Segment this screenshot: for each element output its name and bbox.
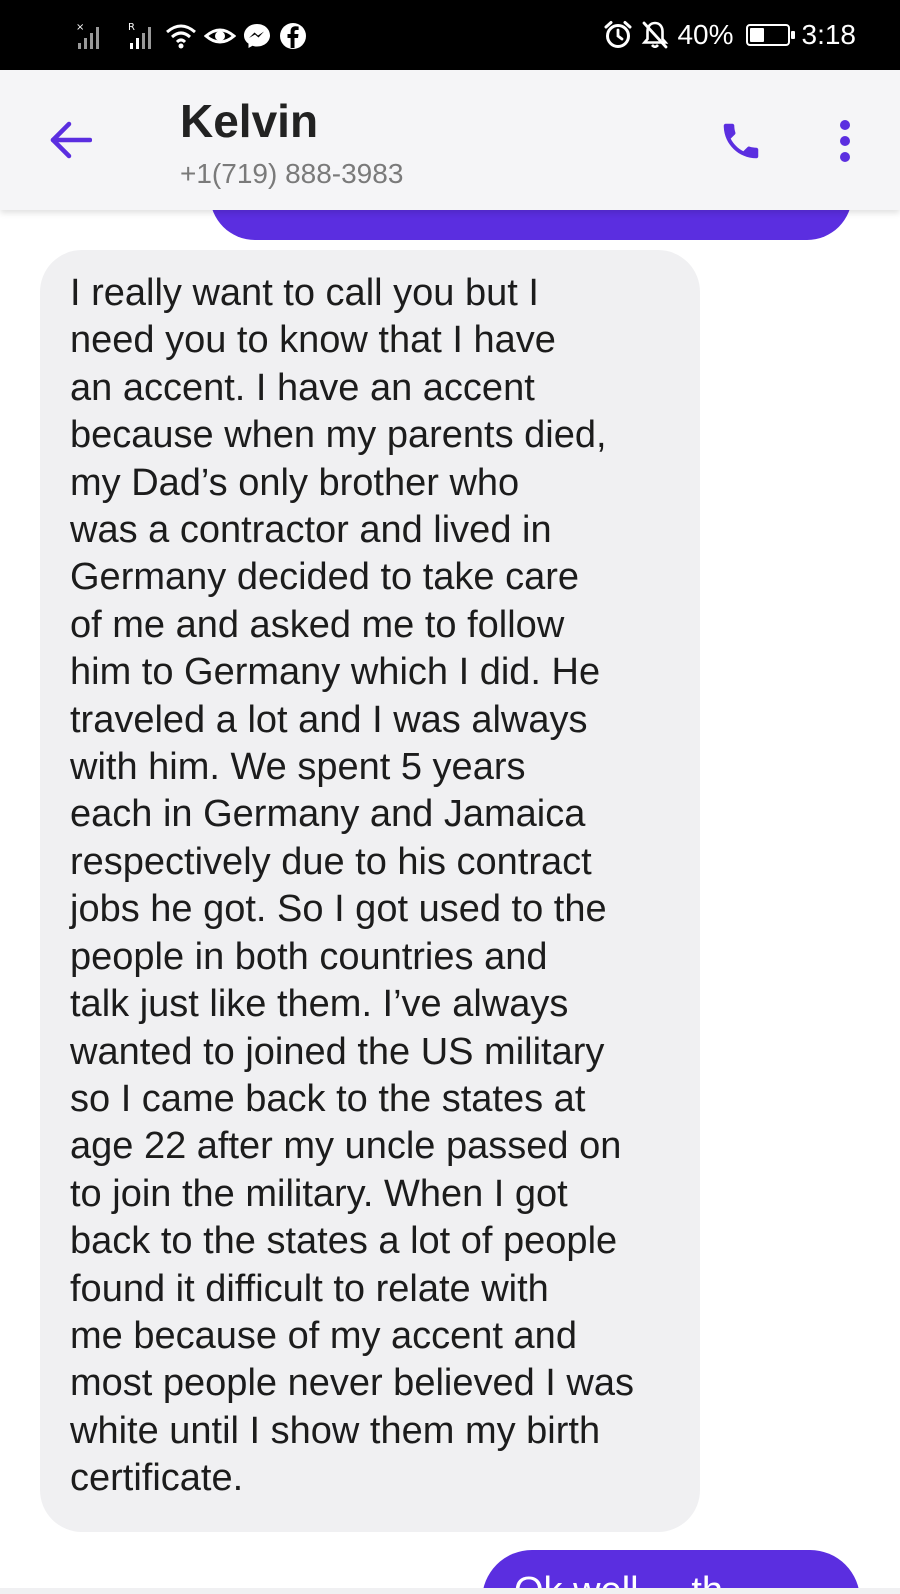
- status-icons-right: 40% 3:18: [603, 16, 856, 54]
- composer-edge: [0, 1588, 900, 1594]
- wifi-icon: [164, 21, 198, 51]
- call-button[interactable]: [712, 112, 770, 170]
- status-icons-left: × R: [74, 18, 308, 54]
- messenger-icon: [242, 21, 272, 51]
- received-message-bubble[interactable]: I really want to call you but I need you…: [40, 250, 700, 1532]
- received-message-text: I really want to call you but I need you…: [70, 272, 634, 1500]
- eye-comfort-icon: [204, 21, 236, 51]
- battery-percent: 40%: [677, 19, 734, 50]
- contact-number: +1(719) 888-3983: [180, 158, 404, 189]
- clock-time: 3:18: [801, 19, 857, 50]
- battery-level: [749, 28, 764, 42]
- message-list[interactable]: I really want to call you but I need you…: [0, 210, 900, 1594]
- messaging-screen: × R 40% 3:18 Kelvin +1(719) 888-3983 I r…: [0, 0, 900, 1594]
- svg-text:×: ×: [76, 22, 84, 33]
- alarm-icon: [603, 20, 633, 50]
- more-vert-icon: [840, 120, 850, 162]
- back-arrow-icon: [50, 121, 92, 159]
- facebook-icon: [278, 21, 308, 51]
- roaming-signal-icon: R: [126, 21, 158, 51]
- back-button[interactable]: [40, 110, 100, 170]
- sent-message-bubble[interactable]: [210, 210, 852, 240]
- phone-icon: [723, 123, 759, 159]
- conversation-header: Kelvin +1(719) 888-3983: [0, 70, 900, 210]
- svg-text:R: R: [128, 22, 135, 33]
- status-bar: × R 40% 3:18: [0, 0, 900, 70]
- more-options-button[interactable]: [820, 112, 870, 170]
- no-sim-signal-icon: ×: [74, 21, 106, 51]
- notifications-muted-icon: [641, 20, 669, 50]
- battery-icon: [745, 24, 795, 46]
- contact-name: Kelvin: [180, 95, 319, 147]
